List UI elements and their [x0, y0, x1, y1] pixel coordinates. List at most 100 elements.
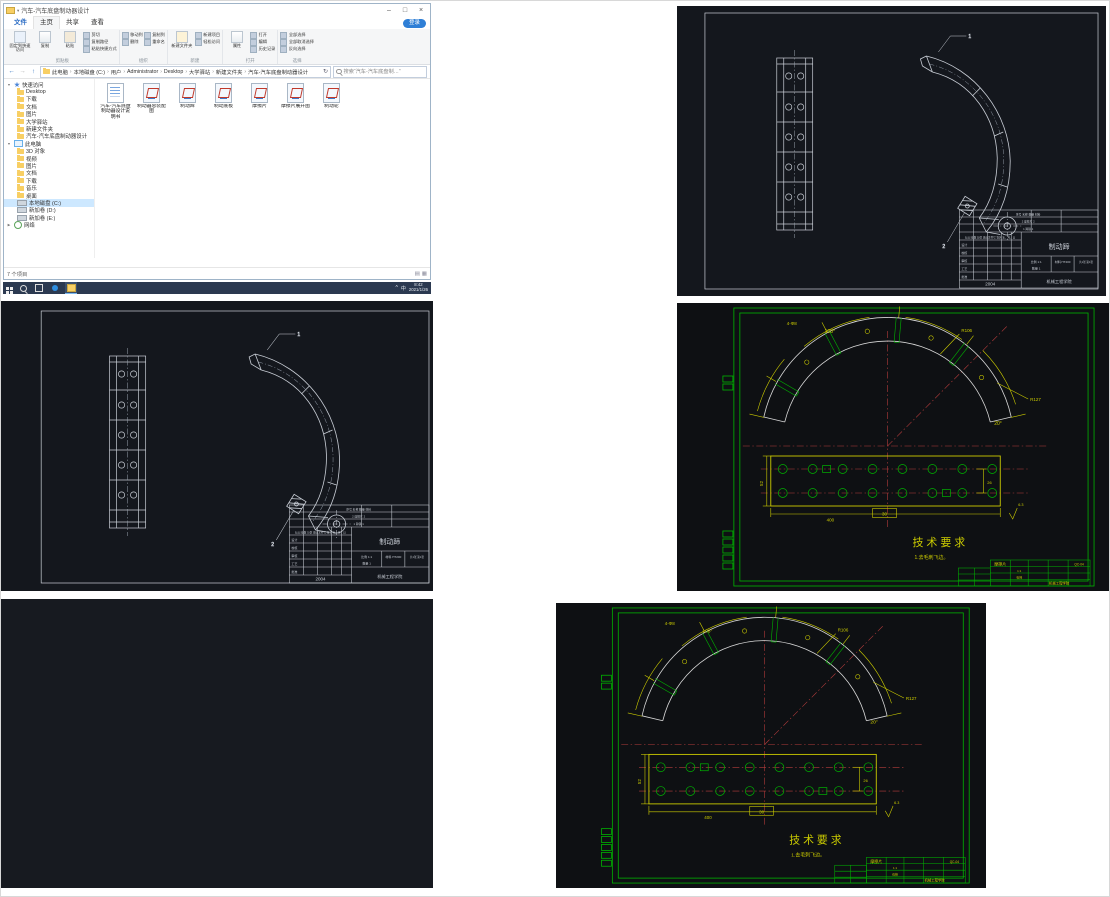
taskbar-clock[interactable]: 8:42 2021/1/26 [409, 282, 428, 293]
tray-chevron-icon[interactable]: ^ [396, 285, 398, 291]
tree-quick-access-header[interactable]: ▼ 快速访问 [4, 81, 94, 89]
edge-button[interactable] [49, 282, 61, 294]
pin-to-quick-access-button[interactable]: 固定到快速访问 [8, 30, 32, 52]
start-button[interactable] [6, 286, 9, 290]
tree-network-header[interactable]: ▶ 网络 [4, 221, 94, 230]
svg-text:校核: 校核 [291, 545, 297, 550]
list-view-icon[interactable]: ▤ [415, 271, 420, 277]
grid-view-icon[interactable]: ▦ [422, 271, 427, 277]
breadcrumb-segment[interactable]: 新建文件夹 [215, 68, 244, 76]
svg-text:1:1: 1:1 [1017, 569, 1021, 573]
tree-item-videos[interactable]: 视频 [4, 154, 94, 163]
forward-button[interactable]: → [18, 68, 27, 75]
school-name: 机械工程学院 [1047, 278, 1073, 285]
tab-view[interactable]: 查看 [85, 17, 110, 29]
file-item[interactable]: 汽车-汽车底盘制动器设计说明书 [99, 83, 132, 120]
tree-item-downloads[interactable]: 下载 [4, 177, 94, 185]
svg-text:1:1: 1:1 [893, 866, 897, 870]
explorer-taskbar-button[interactable] [65, 282, 77, 294]
copy-to-button[interactable]: 复制到 [143, 31, 165, 39]
svg-text:比例 1:1: 比例 1:1 [1031, 259, 1042, 264]
tree-item-documents[interactable]: 文档 [4, 103, 94, 111]
svg-text:4-Φ8: 4-Φ8 [665, 621, 675, 626]
close-button[interactable]: × [414, 5, 428, 16]
cut-button[interactable]: 剪切 [83, 31, 117, 39]
copy-path-button[interactable]: 复制路径 [83, 38, 117, 46]
explorer-window: ▾ 汽车-汽车底盘制动器设计 – □ × 文件 主页 共享 查看 登录 固定到快… [3, 3, 431, 280]
file-item[interactable]: 制动底板 [207, 83, 240, 109]
brake-shoe-drawing: 1 2 序号 名称 数量 材料 2 摩擦片 2 1 蹄铁 1 标记 处数 分区 … [40, 310, 430, 584]
folder-icon [17, 169, 24, 176]
tree-item-pictures[interactable]: 图片 [4, 162, 94, 170]
quick-toolbar-dropdown[interactable]: ▾ [17, 8, 19, 14]
drive-icon [17, 199, 27, 206]
breadcrumb-segment[interactable]: Administrator [126, 69, 159, 75]
file-item[interactable]: 摩擦片 [243, 83, 276, 109]
file-item[interactable]: 制动器总装配图 [135, 83, 168, 115]
tree-item-folder[interactable]: 汽车-汽车底盘制动器设计 [4, 132, 94, 140]
tree-item-3d-objects[interactable]: 3D 对象 [4, 147, 94, 155]
ime-indicator[interactable]: 中 [401, 285, 406, 292]
tab-home[interactable]: 主页 [33, 16, 60, 29]
maximize-button[interactable]: □ [398, 5, 412, 16]
folder-icon [17, 177, 24, 184]
tree-item-music[interactable]: 音乐 [4, 184, 94, 192]
tree-item-desktop[interactable]: Desktop [4, 88, 94, 95]
history-button[interactable]: 历史记录 [250, 45, 275, 53]
paste-button[interactable]: 粘贴 [58, 30, 82, 48]
expander-icon: ▼ [7, 82, 11, 87]
back-button[interactable]: ← [7, 68, 16, 75]
breadcrumb-segment[interactable]: 用户 [110, 68, 123, 76]
tree-this-pc-header[interactable]: ▼ 此电脑 [4, 140, 94, 148]
tree-item-downloads[interactable]: 下载 [4, 95, 94, 103]
select-all-button[interactable]: 全部选择 [280, 31, 314, 39]
file-item[interactable]: 摩擦片展开图 [279, 83, 312, 109]
group-label-new: 新建 [190, 58, 200, 63]
task-view-button[interactable] [33, 282, 45, 294]
search-input[interactable]: 搜索“汽车-汽车底盘制…” [333, 65, 427, 78]
refresh-icon[interactable]: ↻ [323, 68, 328, 75]
open-button[interactable]: 打开 [250, 31, 275, 39]
breadcrumb-segment[interactable]: 大学驿站 [188, 68, 211, 76]
tree-item-pictures[interactable]: 图片 [4, 110, 94, 118]
new-folder-button[interactable]: 新建文件夹 [170, 30, 194, 48]
new-item-button[interactable]: 新建项目 [194, 31, 220, 39]
edit-button[interactable]: 编辑 [250, 38, 275, 46]
ribbon-group-organize: 移动到 删除 复制到 重命名 组织 [120, 30, 168, 64]
file-item[interactable]: 制动蹄 [171, 83, 204, 109]
dwg-file-icon [179, 83, 196, 103]
rename-button[interactable]: 重命名 [143, 38, 165, 46]
breadcrumb-segment[interactable]: 本地磁盘 (C:) [73, 68, 106, 76]
invert-selection-button[interactable]: 反向选择 [280, 45, 314, 53]
tech-requirements-title: 技术要求 [789, 833, 844, 846]
title-block-text: 摩擦片 QC-04 1:1 石棉 机械工程学院 [870, 859, 959, 883]
dimension-lines [627, 606, 905, 818]
select-none-button[interactable]: 全部取消选择 [280, 38, 314, 46]
part-callouts: 1 2 [267, 332, 301, 548]
breadcrumb-segment[interactable]: Desktop [163, 69, 184, 75]
easy-access-button[interactable]: 轻松访问 [194, 38, 220, 46]
svg-text:52: 52 [637, 779, 642, 784]
move-to-button[interactable]: 移动到 [121, 31, 143, 39]
breadcrumb[interactable]: 此电脑 › 本地磁盘 (C:) › 用户 › Administrator › Deskt… [40, 65, 331, 78]
tab-file[interactable]: 文件 [8, 17, 33, 29]
paste-shortcut-button[interactable]: 粘贴快捷方式 [83, 45, 117, 53]
file-item[interactable]: 制动轮 [315, 83, 348, 109]
edge-icon [52, 285, 58, 291]
school-name: 机械工程学院 [377, 573, 403, 580]
minimize-button[interactable]: – [382, 5, 396, 16]
signin-button[interactable]: 登录 [402, 19, 426, 28]
folder-icon [17, 184, 24, 191]
breadcrumb-segment[interactable]: 此电脑 [51, 68, 69, 76]
tree-item-documents[interactable]: 文档 [4, 169, 94, 177]
breadcrumb-segment[interactable]: 汽车-汽车底盘制动器设计 [247, 68, 309, 76]
drawing-frame [40, 310, 430, 584]
taskbar-search-button[interactable] [17, 282, 29, 294]
balloon-1: 1 [968, 34, 971, 40]
up-button[interactable]: ↑ [29, 68, 38, 75]
tab-share[interactable]: 共享 [60, 17, 85, 29]
delete-button[interactable]: 删除 [121, 38, 143, 46]
properties-button[interactable]: 属性 [225, 30, 249, 48]
copy-button[interactable]: 复制 [33, 30, 57, 48]
svg-text:设计: 设计 [291, 537, 297, 542]
